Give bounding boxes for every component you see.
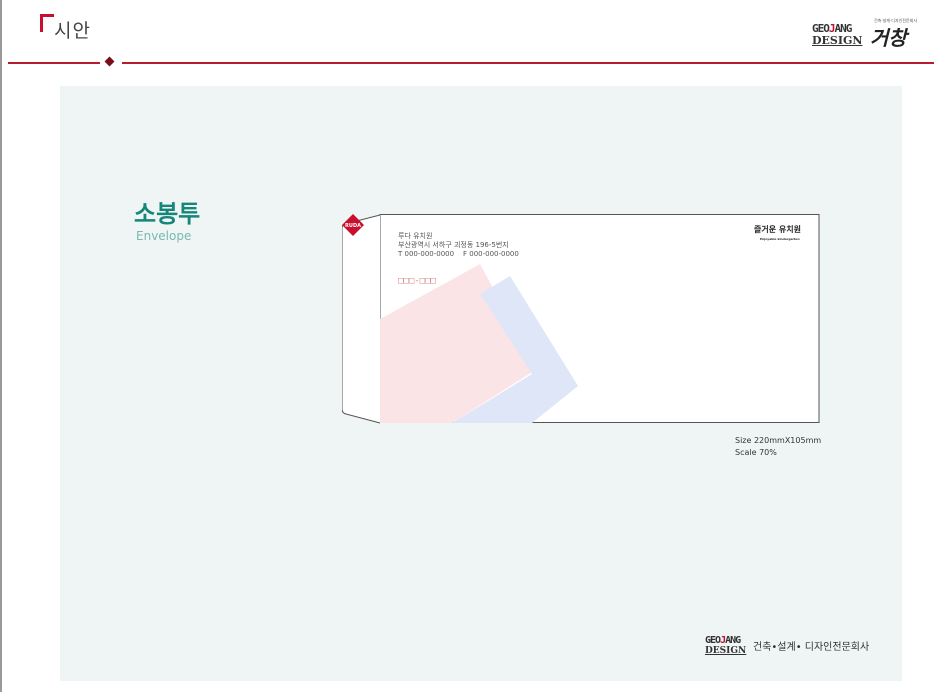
brand-design-text: DESIGN [812, 34, 863, 47]
envelope-flap [342, 214, 381, 424]
spec-block: Size 220mmX105mm Scale 70% [735, 435, 821, 459]
spec-scale: Scale 70% [735, 448, 777, 457]
brand-bottom-geojang: GEOJANG [705, 635, 741, 646]
sender-block: 루다 유치원 부산광역시 서하구 괴정동 196-5번지 T 000-000-0… [398, 232, 519, 259]
sender-contact: T 000-000-0000 F 000-000-0000 [398, 250, 519, 258]
spec-size: Size 220mmX105mm [735, 436, 822, 445]
header-rule-left [8, 62, 100, 64]
brand-bottom-design: DESIGN [705, 646, 747, 656]
sender-name: 루다 유치원 [398, 232, 433, 240]
zip-code-boxes: □□□-□□□ [398, 276, 436, 286]
kindergarten-name-en: Enjoyable kindergarten [760, 237, 800, 241]
ruda-logo-text: RUDA [345, 223, 361, 229]
section-title: 소봉투 [134, 200, 201, 228]
section-subtitle: Envelope [136, 229, 192, 243]
diamond-icon [104, 56, 115, 67]
kindergarten-name: 즐거운 유치원 [754, 225, 801, 234]
ruda-logo-icon: RUDA [342, 214, 364, 236]
brand-hangul-logo: 거창 [870, 26, 907, 50]
brand-logo-bottom: GEOJANG DESIGN 건축•설계• 디자인전문회사 [705, 635, 895, 657]
sender-address: 부산광역시 서하구 괴정동 196-5번지 [398, 241, 509, 249]
title-bracket-icon [40, 14, 54, 32]
brand-bottom-tagline: 건축•설계• 디자인전문회사 [753, 642, 870, 653]
left-edge-rule [0, 0, 2, 692]
brand-logo-top: GEOJANG DESIGN 건축·설계·디자인전문회사 거창 [812, 18, 917, 50]
page-title: 시안 [54, 20, 91, 42]
header-rule-right [122, 62, 934, 64]
envelope-mockup: 루다 유치원 부산광역시 서하구 괴정동 196-5번지 T 000-000-0… [342, 214, 820, 424]
